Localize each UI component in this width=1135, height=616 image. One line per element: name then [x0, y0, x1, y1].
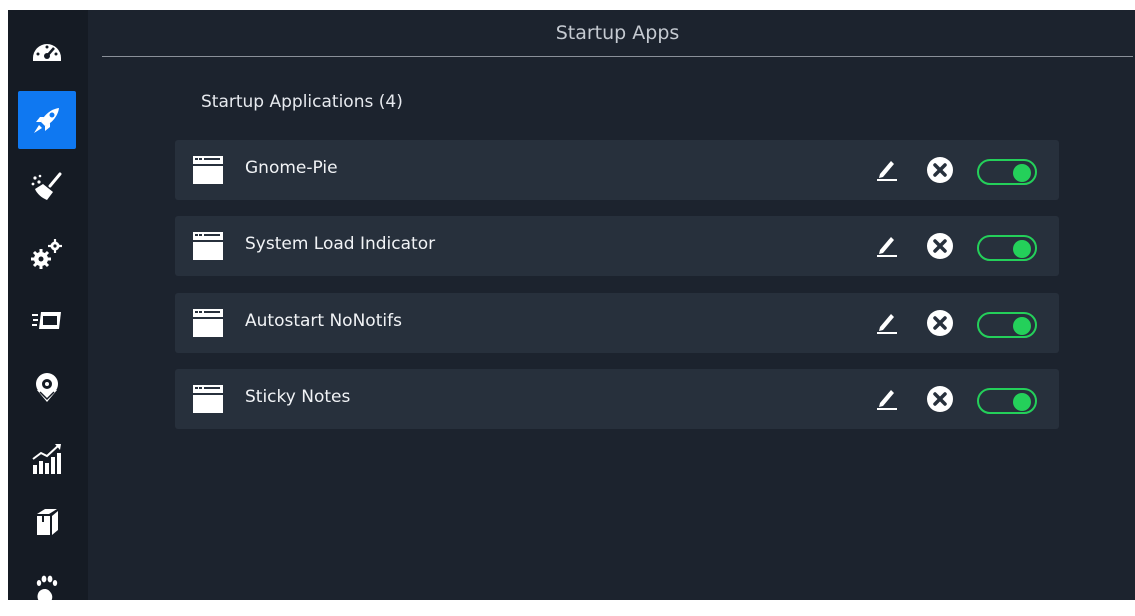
- remove-icon[interactable]: [926, 232, 954, 260]
- enable-toggle[interactable]: [977, 388, 1037, 414]
- app-name: Gnome-Pie: [245, 158, 338, 178]
- app-name: Autostart NoNotifs: [245, 311, 402, 331]
- app-name: System Load Indicator: [245, 234, 436, 254]
- list-item: Autostart NoNotifs: [175, 293, 1059, 353]
- gears-icon: [31, 239, 62, 269]
- sidebar-item-cleaner[interactable]: [18, 157, 76, 215]
- edit-icon[interactable]: [875, 386, 899, 410]
- list-item: Sticky Notes: [175, 369, 1059, 429]
- list-item: System Load Indicator: [175, 216, 1059, 276]
- resources-icon: [36, 373, 58, 402]
- application-window-icon: [193, 156, 223, 184]
- header: Startup Apps: [102, 10, 1133, 57]
- sidebar-item-startup-apps[interactable]: [18, 91, 76, 149]
- sidebar-item-services[interactable]: [18, 224, 76, 282]
- dashboard-icon: [33, 44, 61, 61]
- remove-icon[interactable]: [926, 309, 954, 337]
- app-window: Startup Apps Startup Applications (4) Gn…: [8, 10, 1135, 605]
- stats-icon: [32, 444, 61, 474]
- enable-toggle[interactable]: [977, 159, 1037, 185]
- page-title: Startup Apps: [555, 22, 680, 44]
- edit-icon[interactable]: [875, 310, 899, 334]
- enable-toggle[interactable]: [977, 235, 1037, 261]
- toggle-knob: [1013, 317, 1031, 335]
- sidebar-item-dashboard[interactable]: [18, 23, 76, 81]
- sidebar-item-stats[interactable]: [18, 430, 76, 488]
- sidebar: [8, 10, 88, 605]
- uninstaller-icon: [32, 312, 61, 329]
- list-item: Gnome-Pie: [175, 140, 1059, 200]
- rocket-icon: [34, 108, 59, 133]
- sidebar-item-uninstaller[interactable]: [18, 291, 76, 349]
- application-window-icon: [193, 232, 223, 260]
- app-name: Sticky Notes: [245, 387, 351, 407]
- toggle-knob: [1013, 393, 1031, 411]
- remove-icon[interactable]: [926, 156, 954, 184]
- sidebar-item-packages[interactable]: [18, 493, 76, 551]
- application-window-icon: [193, 385, 223, 413]
- sidebar-item-resources[interactable]: [18, 359, 76, 417]
- edit-icon[interactable]: [875, 157, 899, 181]
- section-title: Startup Applications (4): [201, 92, 403, 112]
- remove-icon[interactable]: [926, 385, 954, 413]
- sidebar-item-gnome[interactable]: [18, 558, 76, 616]
- application-window-icon: [193, 309, 223, 337]
- broom-icon: [31, 172, 62, 200]
- package-icon: [37, 509, 58, 535]
- toggle-knob: [1013, 164, 1031, 182]
- enable-toggle[interactable]: [977, 312, 1037, 338]
- toggle-knob: [1013, 240, 1031, 258]
- edit-icon[interactable]: [875, 233, 899, 257]
